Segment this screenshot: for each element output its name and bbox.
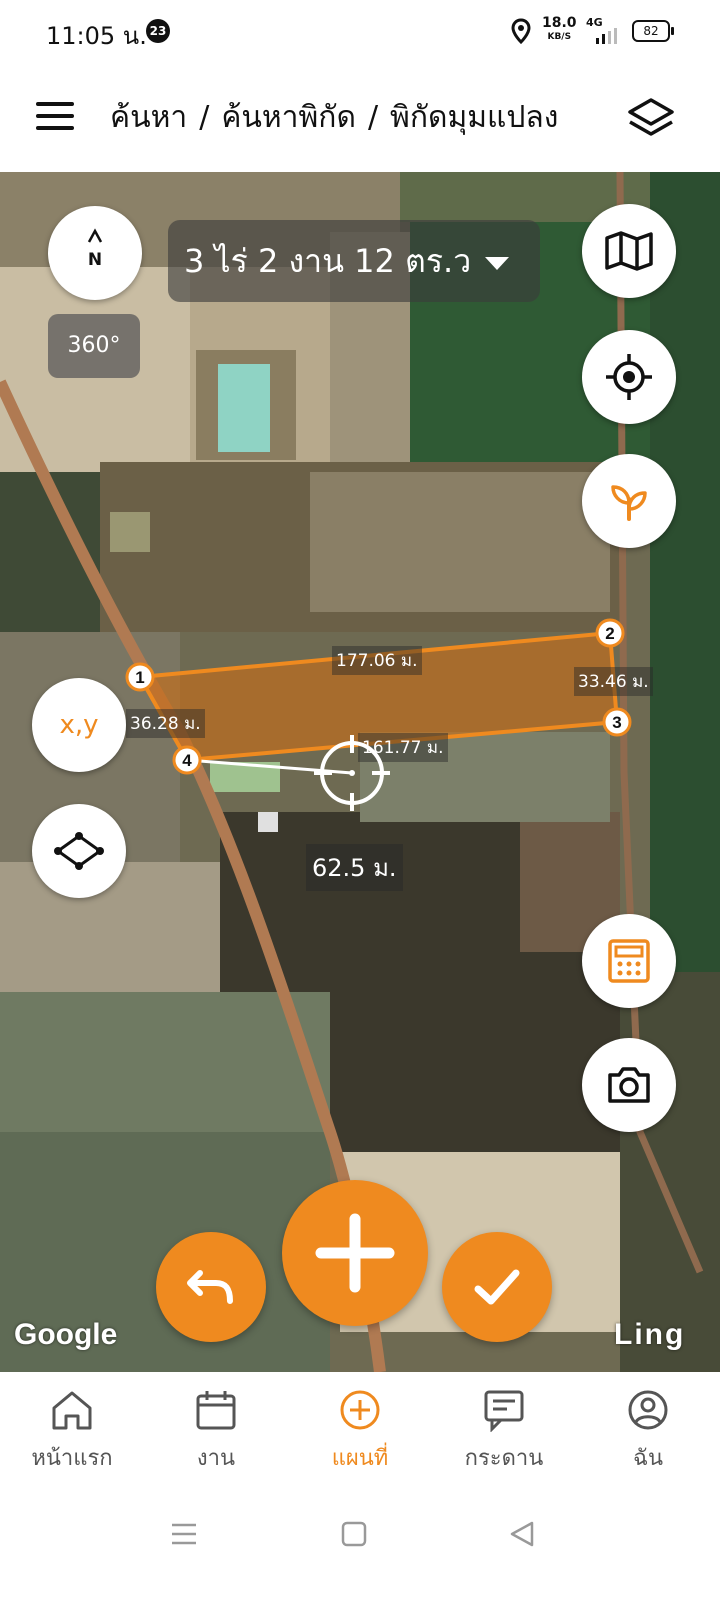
camera-icon <box>608 1067 650 1103</box>
area-value: 3 ไร่ 2 งาน 12 ตร.ว <box>184 241 472 280</box>
confirm-button[interactable] <box>442 1232 552 1342</box>
nav-label-profile: ฉัน <box>632 1446 664 1471</box>
cursor-distance: 62.5 ม. <box>306 844 403 891</box>
breadcrumb-separator: / <box>199 100 210 135</box>
bottom-navigation: หน้าแรก งาน แผนที่ กระดาน ฉัน <box>0 1372 720 1490</box>
google-attribution: Google <box>14 1318 118 1351</box>
nav-label-home: หน้าแรก <box>31 1446 113 1471</box>
home-icon <box>52 1391 92 1430</box>
corner-label-2: 2 <box>605 624 614 643</box>
chevron-down-icon <box>485 256 510 270</box>
satellite-map[interactable]: 1 2 3 4 177.06 ม. 33.46 ม. 36.28 ม. 161.… <box>0 172 720 1372</box>
dimension-left: 36.28 ม. <box>126 709 205 738</box>
map-add-icon <box>340 1390 380 1430</box>
breadcrumb-separator: / <box>367 100 379 135</box>
location-icon <box>511 18 531 44</box>
corner-marker-3[interactable]: 3 <box>601 706 633 738</box>
nav-item-profile[interactable]: ฉัน <box>576 1372 720 1490</box>
locate-button[interactable] <box>582 330 676 424</box>
polygon-icon <box>54 832 104 870</box>
calendar-icon <box>196 1391 236 1430</box>
network-speed: 18.0 KB/S <box>542 16 577 44</box>
status-bar: 11:05 น. 23 18.0 KB/S 4G 82 <box>0 0 720 64</box>
locate-icon <box>606 354 652 400</box>
home-button-icon[interactable] <box>340 1520 368 1548</box>
corner-label-1: 1 <box>135 668 144 687</box>
profile-icon <box>628 1390 668 1430</box>
corner-label-4: 4 <box>182 751 192 770</box>
nav-item-board[interactable]: กระดาน <box>432 1372 576 1490</box>
add-icon <box>315 1213 395 1293</box>
menu-icon[interactable] <box>36 102 74 132</box>
compass-icon <box>87 228 103 243</box>
breadcrumb-search-coordinates[interactable]: ค้นหาพิกัด <box>221 100 356 135</box>
compass-north-label: N <box>87 250 103 270</box>
nav-label-board: กระดาน <box>464 1446 544 1471</box>
system-navigation-bar <box>0 1490 720 1600</box>
dimension-top: 177.06 ม. <box>332 646 422 675</box>
area-dropdown[interactable]: 3 ไร่ 2 งาน 12 ตร.ว <box>168 220 540 302</box>
calculator-button[interactable] <box>582 914 676 1008</box>
recent-apps-icon[interactable] <box>170 1520 198 1548</box>
nav-item-tasks[interactable]: งาน <box>144 1372 288 1490</box>
camera-button[interactable] <box>582 1038 676 1132</box>
rotation-label[interactable]: 360° <box>48 314 140 378</box>
dimension-right: 33.46 ม. <box>574 667 653 696</box>
nav-item-map[interactable]: แผนที่ <box>288 1372 432 1490</box>
nav-label-tasks: งาน <box>196 1446 236 1471</box>
corner-marker-2[interactable]: 2 <box>594 617 626 649</box>
nav-label-map: แผนที่ <box>331 1446 389 1471</box>
compass-button[interactable]: N <box>48 206 142 300</box>
check-icon <box>474 1269 520 1305</box>
status-time: 11:05 น. <box>46 22 147 50</box>
corner-label-3: 3 <box>612 713 621 732</box>
map-icon <box>605 231 653 271</box>
battery-indicator: 82 <box>632 20 674 42</box>
battery-level: 82 <box>643 24 659 38</box>
crosshair-cursor[interactable] <box>312 733 392 813</box>
polygon-button[interactable] <box>32 804 126 898</box>
undo-icon <box>187 1270 233 1304</box>
breadcrumb-search[interactable]: ค้นหา <box>110 100 187 135</box>
map-type-button[interactable] <box>582 204 676 298</box>
notification-count-badge: 23 <box>146 19 170 43</box>
back-icon[interactable] <box>508 1520 536 1548</box>
board-icon <box>484 1390 524 1432</box>
calculator-icon <box>608 939 650 983</box>
xy-coordinate-label: x,y <box>59 710 99 740</box>
add-point-button[interactable] <box>282 1180 428 1326</box>
layers-icon[interactable] <box>626 96 676 140</box>
speed-value: 18.0 <box>542 15 577 31</box>
breadcrumb: ค้นหา / ค้นหาพิกัด / พิกัดมุมแปลง <box>110 94 558 141</box>
undo-button[interactable] <box>156 1232 266 1342</box>
speed-unit: KB/S <box>547 32 572 42</box>
app-header: ค้นหา / ค้นหาพิกัด / พิกัดมุมแปลง <box>0 64 720 172</box>
plant-icon <box>611 485 647 521</box>
corner-marker-4[interactable]: 4 <box>171 744 203 776</box>
corner-marker-1[interactable]: 1 <box>124 661 156 693</box>
nav-item-home[interactable]: หน้าแรก <box>0 1372 144 1490</box>
breadcrumb-corner-coordinates: พิกัดมุมแปลง <box>390 100 559 135</box>
signal-icon <box>596 28 617 44</box>
plant-button[interactable] <box>582 454 676 548</box>
ling-attribution: Ling <box>614 1318 686 1351</box>
xy-coordinate-button[interactable]: x,y <box>32 678 126 772</box>
